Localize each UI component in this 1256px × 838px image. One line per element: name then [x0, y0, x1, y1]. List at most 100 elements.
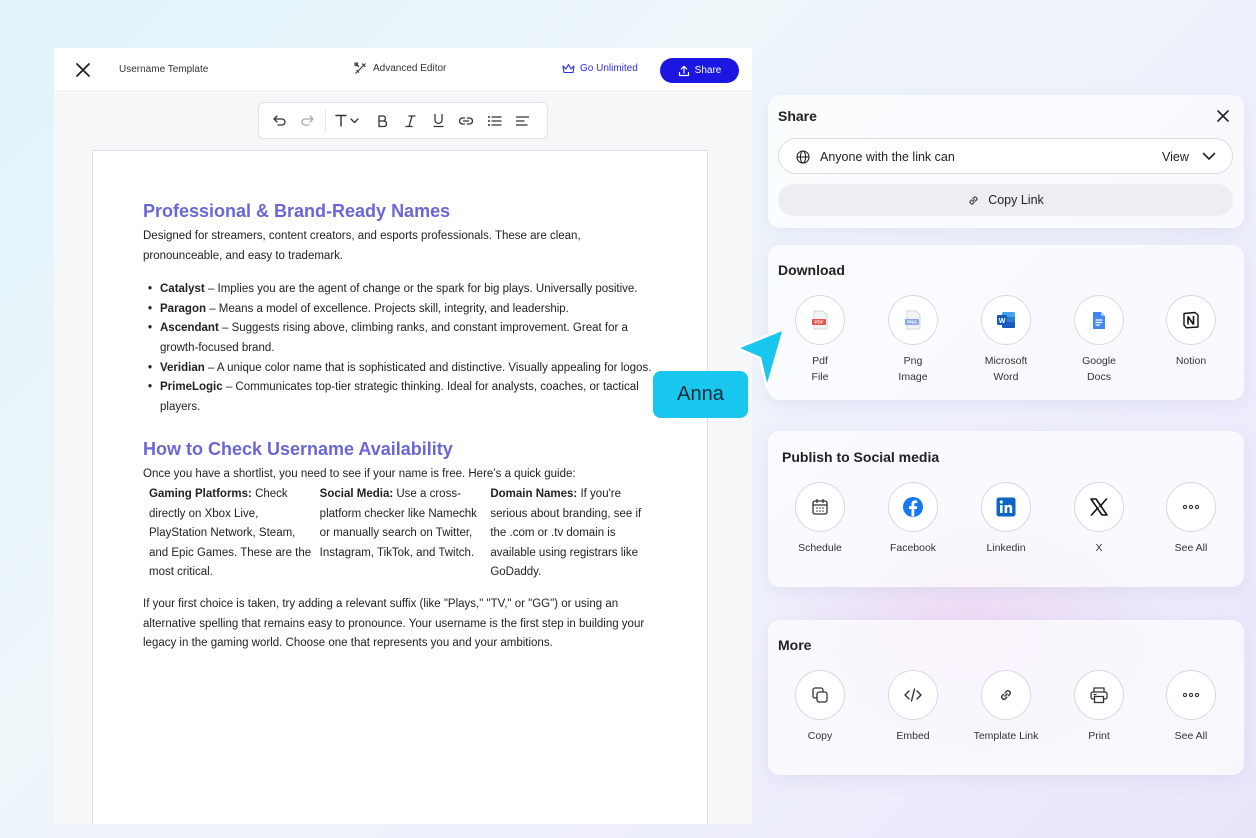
social-title: Publish to Social media — [782, 449, 940, 465]
text-style-icon[interactable] — [330, 107, 368, 135]
svg-text:PNG: PNG — [907, 320, 917, 325]
linkedin-label: Linkedin — [986, 542, 1026, 554]
print-label: Print — [1088, 730, 1110, 742]
list-item: Veridian – A unique color name that is s… — [148, 359, 653, 379]
advanced-editor-label: Advanced Editor — [373, 63, 447, 74]
list-item-name: PrimeLogic — [160, 381, 223, 394]
list-item: PrimeLogic – Communicates top-tier strat… — [148, 378, 653, 417]
microsoft-word-icon: W — [981, 295, 1031, 345]
bold-icon[interactable] — [368, 107, 396, 135]
png-label-line1: Png — [903, 355, 923, 367]
see-all-label: See All — [1174, 542, 1208, 554]
download-png-button[interactable]: PNG Png Image — [868, 295, 958, 385]
close-icon[interactable] — [74, 61, 92, 79]
magic-tools-icon — [354, 62, 366, 74]
facebook-button[interactable]: Facebook — [868, 482, 958, 556]
name-list: Catalyst – Implies you are the agent of … — [143, 280, 653, 417]
copy-link-label: Copy Link — [988, 193, 1044, 207]
section-intro: Designed for streamers, content creators… — [143, 230, 581, 262]
copy-link-button[interactable]: Copy Link — [778, 184, 1233, 216]
more-title: More — [778, 637, 812, 653]
list-item: Catalyst – Implies you are the agent of … — [148, 280, 653, 300]
notion-label: Notion — [1175, 355, 1207, 367]
close-icon[interactable] — [1216, 109, 1230, 123]
download-title: Download — [778, 262, 845, 278]
go-unlimited-label: Go Unlimited — [580, 63, 638, 74]
redo-icon[interactable] — [293, 107, 321, 135]
share-button[interactable]: Share — [660, 58, 739, 83]
access-level: View — [1162, 150, 1189, 164]
access-text: Anyone with the link can — [820, 150, 955, 164]
more-options: Copy Embed Template Link Print See All — [768, 670, 1244, 770]
print-button[interactable]: Print — [1054, 670, 1144, 744]
download-word-button[interactable]: W Microsoft Word — [961, 295, 1051, 385]
embed-label: Embed — [896, 730, 930, 742]
globe-icon — [796, 150, 810, 164]
x-icon — [1074, 482, 1124, 532]
column-title: Social Media: — [319, 487, 394, 500]
more-icon — [1166, 482, 1216, 532]
format-toolbar — [258, 102, 548, 139]
template-link-label: Template Link — [973, 730, 1039, 742]
svg-text:W: W — [999, 318, 1006, 325]
document-title: Username Template — [119, 64, 209, 75]
list-item: Paragon – Means a model of excellence. P… — [148, 300, 653, 320]
share-title: Share — [778, 108, 817, 124]
x-button[interactable]: X — [1054, 482, 1144, 556]
more-icon — [1166, 670, 1216, 720]
more-card: More Copy Embed Template Link Print See … — [768, 620, 1244, 775]
svg-text:PDF: PDF — [815, 320, 824, 325]
link-access-dropdown[interactable]: Anyone with the link can View — [778, 138, 1233, 174]
share-card: Share Anyone with the link can View Copy… — [768, 95, 1244, 228]
undo-icon[interactable] — [265, 107, 293, 135]
more-see-all-button[interactable]: See All — [1146, 670, 1236, 744]
column-social-media: Social Media: Use a cross-platform check… — [320, 485, 483, 583]
list-item-desc: – Implies you are the agent of change or… — [204, 283, 638, 296]
column-text: If you're serious about branding, see if… — [490, 487, 642, 579]
word-label-line2: Word — [993, 371, 1019, 383]
underline-icon[interactable] — [424, 107, 452, 135]
list-item-name: Catalyst — [160, 283, 205, 296]
embed-button[interactable]: Embed — [868, 670, 958, 744]
linkedin-icon — [981, 482, 1031, 532]
chevron-down-icon — [1202, 152, 1216, 160]
png-image-icon: PNG — [888, 295, 938, 345]
column-domain-names: Domain Names: If you're serious about br… — [490, 485, 653, 583]
copy-label: Copy — [807, 730, 833, 742]
advanced-editor-button[interactable]: Advanced Editor — [354, 62, 446, 75]
editor-topbar: Username Template Advanced Editor Go Unl… — [54, 48, 752, 92]
notion-icon — [1166, 295, 1216, 345]
crown-icon — [562, 63, 575, 74]
list-item-name: Paragon — [160, 302, 207, 315]
editor-canvas: Professional & Brand-Ready Names Designe… — [54, 93, 752, 824]
code-icon — [888, 670, 938, 720]
copy-button[interactable]: Copy — [775, 670, 865, 744]
linkedin-button[interactable]: Linkedin — [961, 482, 1051, 556]
go-unlimited-button[interactable]: Go Unlimited — [562, 63, 638, 74]
schedule-button[interactable]: Schedule — [775, 482, 865, 556]
schedule-label: Schedule — [798, 542, 842, 554]
template-link-button[interactable]: Template Link — [961, 670, 1051, 744]
facebook-icon — [888, 482, 938, 532]
link-icon — [969, 196, 978, 204]
download-card: Download PDF Pdf File PNG Png Image W Micr… — [768, 245, 1244, 400]
social-see-all-button[interactable]: See All — [1146, 482, 1236, 556]
availability-columns: Gaming Platforms: Check directly on Xbox… — [143, 485, 653, 583]
download-notion-button[interactable]: Notion — [1146, 295, 1236, 369]
list-item-name: Ascendant — [160, 322, 219, 335]
download-google-docs-button[interactable]: Google Docs — [1054, 295, 1144, 385]
collaborator-name-tag: Anna — [653, 371, 748, 418]
share-button-label: Share — [694, 65, 722, 76]
link-icon — [981, 670, 1031, 720]
document-page[interactable]: Professional & Brand-Ready Names Designe… — [92, 150, 708, 824]
italic-icon[interactable] — [396, 107, 424, 135]
pdf-file-icon: PDF — [795, 295, 845, 345]
bullet-list-icon[interactable] — [480, 107, 508, 135]
column-gaming-platforms: Gaming Platforms: Check directly on Xbox… — [149, 485, 312, 583]
align-left-icon[interactable] — [508, 107, 536, 135]
download-options: PDF Pdf File PNG Png Image W Microsoft Word… — [768, 295, 1244, 395]
link-icon[interactable] — [452, 107, 480, 135]
editor-window: Username Template Advanced Editor Go Unl… — [54, 48, 752, 824]
list-item-desc: – Suggests rising above, climbing ranks,… — [160, 322, 628, 354]
printer-icon — [1074, 670, 1124, 720]
